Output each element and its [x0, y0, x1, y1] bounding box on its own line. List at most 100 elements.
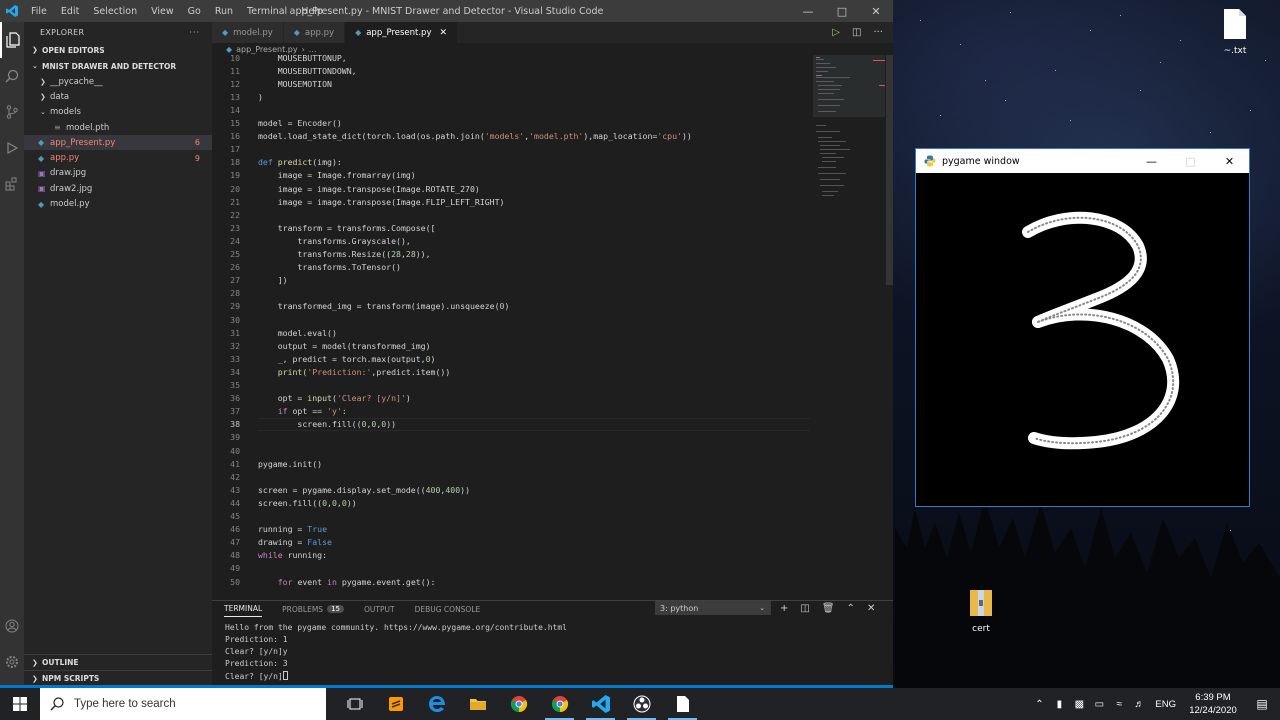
- more-actions-icon[interactable]: ···: [873, 27, 883, 38]
- editor-scrollbar[interactable]: [885, 55, 893, 600]
- settings-gear-icon[interactable]: [0, 644, 24, 680]
- code-line[interactable]: 20 image = image.transpose(Image.ROTATE_…: [212, 182, 480, 195]
- drawing-canvas[interactable]: [916, 174, 1249, 507]
- code-line[interactable]: 27 ]): [212, 274, 287, 287]
- breadcrumb-symbol[interactable]: ...: [309, 45, 317, 54]
- edge-browser-icon[interactable]: [416, 688, 457, 720]
- npm-scripts-section[interactable]: ❯ NPM SCRIPTS: [24, 670, 212, 686]
- source-control-icon[interactable]: [0, 94, 24, 130]
- menu-terminal[interactable]: Terminal: [240, 6, 294, 17]
- split-terminal-icon[interactable]: ◫: [800, 603, 809, 614]
- code-line[interactable]: 48 while running:: [212, 549, 327, 562]
- account-icon[interactable]: [0, 608, 24, 644]
- code-line[interactable]: 15 model = Encoder(): [212, 117, 342, 130]
- language-indicator[interactable]: ENG: [1155, 699, 1176, 710]
- code-line[interactable]: 33 _, predict = torch.max(output,0): [212, 352, 435, 365]
- scrollbar-thumb[interactable]: [886, 55, 893, 285]
- code-line[interactable]: 29 transformed_img = transform(image).un…: [212, 300, 509, 313]
- menu-edit[interactable]: Edit: [54, 6, 86, 17]
- wifi-icon[interactable]: ≈: [1109, 699, 1129, 710]
- extensions-icon[interactable]: [0, 166, 24, 202]
- code-line[interactable]: 45: [212, 510, 240, 523]
- menu-go[interactable]: Go: [181, 6, 208, 17]
- code-line[interactable]: 23 transform = transforms.Compose([: [212, 221, 435, 234]
- code-line[interactable]: 21 image = image.transpose(Image.FLIP_LE…: [212, 195, 504, 208]
- clock[interactable]: 6:39 PM 12/24/2020: [1182, 691, 1244, 717]
- breadcrumb-file[interactable]: app_Present.py: [236, 45, 297, 54]
- code-line[interactable]: 43 screen = pygame.display.set_mode((400,…: [212, 483, 470, 496]
- project-folder-section[interactable]: ⌄ MNIST DRAWER AND DETECTOR: [24, 58, 212, 74]
- close-panel-icon[interactable]: ✕: [867, 603, 875, 614]
- tree-item-app-present[interactable]: ◆ app_Present.py 6: [24, 135, 212, 151]
- battery-icon[interactable]: ▭: [1089, 699, 1109, 710]
- tree-item-models[interactable]: ⌄ models: [24, 105, 212, 120]
- code-line[interactable]: 34 print('Prediction:',predict.item()): [212, 365, 450, 378]
- notification-icon[interactable]: ▤: [1244, 697, 1280, 711]
- tree-item-app[interactable]: ◆ app.py 9: [24, 150, 212, 165]
- code-line[interactable]: 13): [212, 90, 263, 103]
- tab-debug-console[interactable]: DEBUG CONSOLE: [415, 601, 481, 617]
- tree-item-pycache[interactable]: ❯ __pycache__: [24, 74, 212, 89]
- volume-icon[interactable]: ♬: [1129, 699, 1149, 710]
- code-line[interactable]: 42: [212, 470, 240, 483]
- tab-output[interactable]: OUTPUT: [364, 601, 395, 617]
- open-editors-section[interactable]: ❯ OPEN EDITORS: [24, 42, 212, 58]
- code-line[interactable]: 44 screen.fill((0,0,0)): [212, 496, 357, 509]
- split-editor-icon[interactable]: ◫: [852, 27, 861, 38]
- tab-app-present-py[interactable]: ◆ app_Present.py ✕: [345, 22, 459, 43]
- code-line[interactable]: 35: [212, 379, 240, 392]
- code-line[interactable]: 12 MOUSEMOTION: [212, 77, 332, 90]
- code-line[interactable]: 28: [212, 287, 240, 300]
- code-line[interactable]: 16 model.load_state_dict(torch.load(os.pa…: [212, 130, 692, 143]
- code-line[interactable]: 40: [212, 444, 240, 457]
- menu-selection[interactable]: Selection: [86, 6, 144, 17]
- tree-item-model-py[interactable]: ◆ model.py: [24, 196, 212, 211]
- code-line[interactable]: 19 image = Image.fromarray(img): [212, 169, 416, 182]
- new-terminal-icon[interactable]: +: [780, 603, 788, 614]
- trash-icon[interactable]: 🗑: [822, 603, 835, 614]
- run-debug-icon[interactable]: [0, 130, 24, 166]
- terminal-select[interactable]: 3: python ⌄: [655, 601, 771, 615]
- minimize-icon[interactable]: —: [791, 5, 825, 18]
- maximize-icon[interactable]: □: [825, 5, 859, 18]
- network-icon[interactable]: ▩: [1069, 699, 1089, 710]
- tab-model-py[interactable]: ◆ model.py: [212, 22, 284, 43]
- tree-item-draw-jpg[interactable]: ▣ draw.jpg: [24, 166, 212, 181]
- desktop-icon-text-file[interactable]: ~.txt: [1205, 8, 1265, 56]
- code-line[interactable]: 39: [212, 431, 240, 444]
- tab-terminal[interactable]: TERMINAL: [224, 601, 263, 617]
- terminal-output[interactable]: Hello from the pygame community. https:/…: [225, 623, 567, 683]
- menu-file[interactable]: File: [24, 6, 54, 17]
- code-line[interactable]: 38 screen.fill((0,0,0)): [212, 418, 396, 431]
- code-line[interactable]: 25 transforms.Resize((28,28)),: [212, 248, 430, 261]
- code-line[interactable]: 17: [212, 143, 240, 156]
- chrome-icon[interactable]: [498, 688, 539, 720]
- code-line[interactable]: 26 transforms.ToTensor(): [212, 261, 401, 274]
- minimize-icon[interactable]: —: [1132, 155, 1171, 168]
- chrome-profile-icon[interactable]: [539, 688, 580, 720]
- code-line[interactable]: 49: [212, 562, 240, 575]
- code-line[interactable]: 11 MOUSEBUTTONDOWN,: [212, 64, 356, 77]
- code-line[interactable]: 37 if opt == 'y':: [212, 405, 347, 418]
- taskbar-search[interactable]: Type here to search: [40, 688, 326, 720]
- file-explorer-icon[interactable]: [457, 688, 498, 720]
- code-line[interactable]: 47 drawing = False: [212, 536, 332, 549]
- code-line[interactable]: 18 def predict(img):: [212, 156, 342, 169]
- code-line[interactable]: 22: [212, 208, 240, 221]
- task-view-icon[interactable]: [334, 688, 375, 720]
- chevron-up-icon[interactable]: ⌃: [1029, 699, 1049, 710]
- tree-item-data[interactable]: ❯ data: [24, 89, 212, 104]
- outline-section[interactable]: ❯ OUTLINE: [24, 654, 212, 670]
- code-line[interactable]: 24 transforms.Grayscale(),: [212, 234, 411, 247]
- code-editor[interactable]: 10 MOUSEBUTTONUP, 11 MOUSEBUTTONDOWN, 12 M…: [212, 55, 812, 600]
- tab-app-py[interactable]: ◆ app.py: [283, 22, 346, 43]
- sublime-app-icon[interactable]: [375, 688, 416, 720]
- close-tab-icon[interactable]: ✕: [440, 28, 448, 38]
- desktop-icon-cert[interactable]: cert: [951, 586, 1011, 634]
- tree-item-model-pth[interactable]: ≡ model.pth: [24, 120, 212, 135]
- code-line[interactable]: 36 opt = input('Clear? [y/n]'): [212, 392, 411, 405]
- menu-run[interactable]: Run: [208, 6, 240, 17]
- vscode-taskbar-icon[interactable]: [580, 688, 621, 720]
- menu-view[interactable]: View: [144, 6, 181, 17]
- code-line[interactable]: 10 MOUSEBUTTONUP,: [212, 55, 347, 64]
